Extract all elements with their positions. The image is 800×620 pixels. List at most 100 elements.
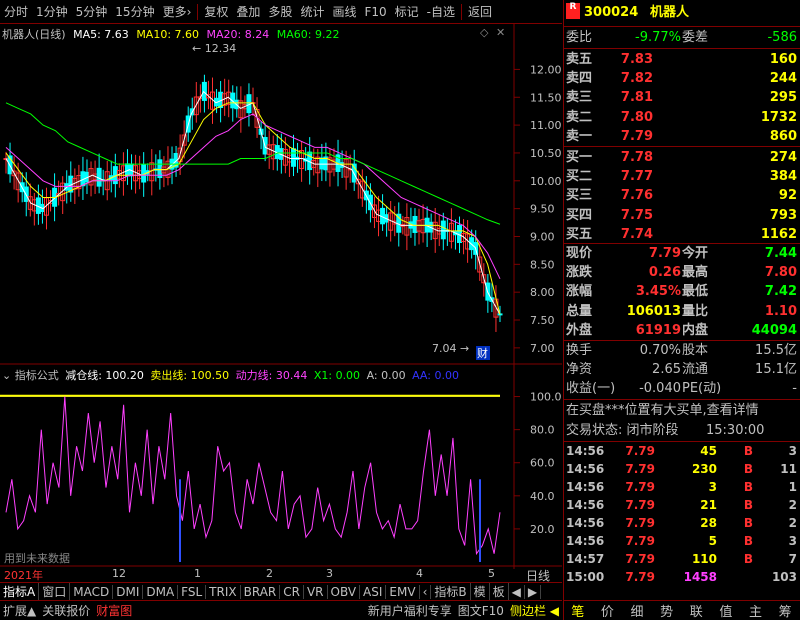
quote-tab[interactable]: 笔	[563, 601, 593, 620]
bottom-bar: 扩展▲ 关联报价 财富图 新用户福利专享 图文F10 侧边栏 ◀	[0, 600, 562, 620]
indicator-tab[interactable]: 窗口	[39, 583, 71, 600]
webi-value: -9.77%	[635, 30, 681, 45]
toolbar-item[interactable]: 叠加	[232, 3, 264, 20]
indicator-tab[interactable]: FSL	[178, 584, 207, 599]
tick-price: 7.79	[625, 552, 655, 566]
sell-price: 7.81	[620, 90, 653, 106]
quote-tab[interactable]: 值	[711, 601, 741, 620]
toolbar-item[interactable]: 分时	[0, 3, 32, 20]
indicator-tab[interactable]: 模	[471, 583, 490, 600]
chart-legend: 机器人(日线) MA5: 7.63 MA10: 7.60 MA20: 8.24 …	[2, 26, 339, 42]
dl-series-line	[5, 396, 501, 556]
indicator-chart[interactable]: 100.0 80.0 60.0 40.0 20.0	[0, 391, 562, 562]
indicator-tab[interactable]: 指标B	[431, 583, 471, 600]
stat-label: 最低	[682, 284, 709, 300]
indicator-tab[interactable]: ‹	[420, 584, 432, 599]
stat2-label: 换手	[566, 343, 593, 358]
indicator-tab[interactable]: ◀	[509, 584, 525, 599]
tick-side: B	[743, 552, 753, 566]
toolbar-item[interactable]: F10	[360, 5, 390, 19]
stat-value: 7.42	[764, 284, 797, 300]
toolbar-item[interactable]: 更多›	[159, 3, 196, 20]
indicator-tab[interactable]: TRIX	[206, 584, 241, 599]
quote-tab[interactable]: 筹	[770, 601, 800, 620]
tick-volume: 28	[700, 516, 717, 530]
stock-name: 机器人	[650, 5, 690, 20]
indicator-tab[interactable]: DMA	[143, 584, 179, 599]
future-data-note: 用到未来数据	[4, 552, 70, 565]
stat2-label: PE(动)	[682, 381, 722, 397]
tuwen-button[interactable]: 图文F10	[455, 602, 507, 619]
indicator-tab[interactable]: 指标A	[0, 583, 40, 600]
toolbar-item[interactable]: 5分钟	[72, 3, 112, 20]
buy-label: 买五	[566, 226, 593, 242]
toolbar-item[interactable]: 复权	[200, 3, 232, 20]
related-quote-button[interactable]: 关联报价	[39, 602, 93, 619]
wealth-chart-button[interactable]: 财富图	[93, 602, 135, 619]
quote-tab[interactable]: 联	[682, 601, 712, 620]
tick-count: 3	[788, 534, 797, 548]
indicator-name[interactable]: 指标公式	[15, 369, 59, 382]
tick-volume: 21	[700, 498, 717, 512]
buy-label: 买四	[566, 207, 593, 223]
sell-label: 卖五	[566, 52, 593, 67]
toolbar-item[interactable]: -自选	[423, 3, 459, 20]
tick-count: 103	[771, 570, 797, 584]
indicator-tab[interactable]: CR	[280, 584, 304, 599]
tick-row: 14:56 7.79 21 B 2	[564, 496, 800, 514]
indicator-tab[interactable]: ASI	[360, 584, 387, 599]
sell-volume: 244	[769, 71, 797, 87]
stat-label: 最高	[682, 265, 709, 281]
quote-tab[interactable]: 细	[622, 601, 652, 620]
y-tick-label: 9.00	[530, 230, 555, 243]
tick-side: B	[743, 516, 753, 530]
stat-value: 44094	[751, 322, 797, 338]
stat-value: 7.80	[764, 265, 797, 281]
candle-body	[440, 220, 446, 240]
chevron-down-icon[interactable]: ⌄	[2, 369, 11, 382]
toolbar-item[interactable]: 返回	[464, 3, 496, 20]
candle-body	[319, 157, 325, 170]
sidebar-button[interactable]: 侧边栏 ◀	[507, 602, 562, 619]
sell-label: 卖一	[566, 128, 593, 144]
sell-volume: 295	[769, 90, 797, 106]
indicator-tab[interactable]: ▶	[525, 584, 542, 599]
tick-row: 14:56 7.79 28 B 2	[564, 514, 800, 532]
indicator-tab[interactable]: BRAR	[241, 584, 281, 599]
quote-tab[interactable]: 价	[593, 601, 623, 620]
toolbar-item[interactable]: 多股	[264, 3, 296, 20]
tick-time: 14:56	[566, 462, 605, 476]
stat2-label: 收益(一)	[566, 381, 616, 397]
close-icon[interactable]: ✕	[496, 26, 505, 39]
big-order-notice[interactable]: 在买盘***位置有大买单,查看详情	[566, 401, 759, 420]
indicator-tab[interactable]: MACD	[70, 584, 114, 599]
indicator-tab[interactable]: VR	[304, 584, 328, 599]
period-toolbar: 分时 1分钟 5分钟 15分钟 更多› 复权 叠加 多股 统计 画线 F10 标记 -自选 返回	[0, 0, 562, 24]
quote-tab[interactable]: 势	[652, 601, 682, 620]
tick-price: 7.79	[625, 462, 655, 476]
ma10-label: MA10: 7.60	[136, 28, 200, 41]
expand-button[interactable]: 扩展▲	[0, 602, 39, 619]
tick-volume: 230	[691, 462, 717, 476]
x-tick-2: 2	[266, 567, 273, 580]
toolbar-item[interactable]: 15分钟	[111, 3, 158, 20]
indicator-tab[interactable]: EMV	[386, 584, 420, 599]
toolbar-item[interactable]: 画线	[328, 3, 360, 20]
toolbar-item[interactable]: 1分钟	[32, 3, 72, 20]
buy-price: 7.74	[620, 226, 653, 242]
y-tick-label: 9.50	[530, 203, 555, 216]
quote-tab[interactable]: 主	[741, 601, 771, 620]
promo-link[interactable]: 新用户福利专享	[365, 602, 455, 619]
indicator-tab[interactable]: OBV	[328, 584, 361, 599]
diamond-icon[interactable]: ◇	[480, 26, 488, 39]
price-chart[interactable]: 12.00 11.50 11.00 10.50 10.00 9.50 9.00 8.50 8.0…	[3, 42, 562, 360]
tick-time: 15:00	[566, 570, 605, 584]
tick-row: 14:56 7.79 230 B 11	[564, 460, 800, 478]
ma5-label: MA5: 7.63	[73, 28, 129, 41]
buy-volume: 384	[769, 169, 797, 185]
toolbar-item[interactable]: 标记	[391, 3, 423, 20]
toolbar-item[interactable]: 统计	[296, 3, 328, 20]
indicator-tab[interactable]: DMI	[113, 584, 144, 599]
x-tick-5: 5	[488, 567, 495, 580]
indicator-tab[interactable]: 板	[490, 583, 509, 600]
